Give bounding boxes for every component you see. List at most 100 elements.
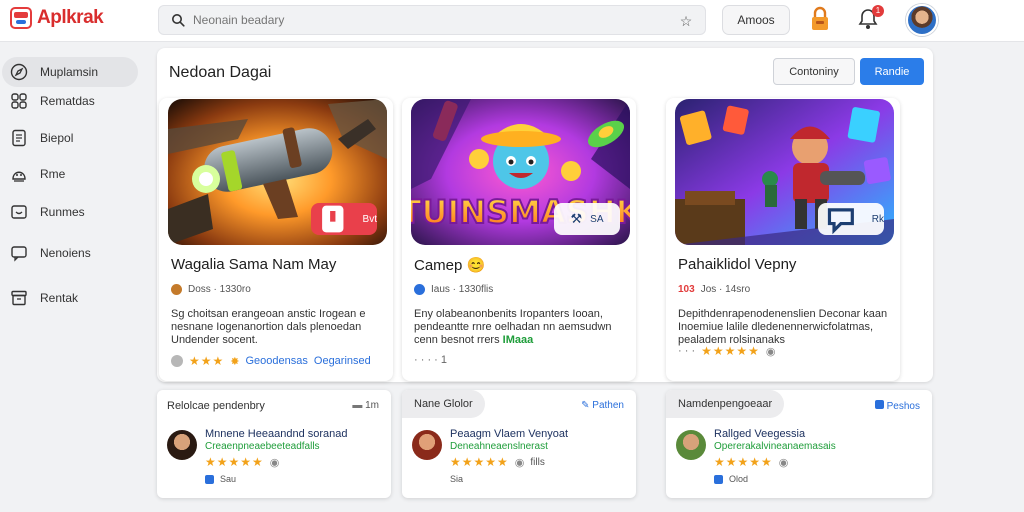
game-meta: Doss · 1330ro [171,284,251,295]
sidebar-item-label: Runmes [40,205,85,219]
tool-pill-button[interactable]: ⚒ SA [554,203,620,235]
puzzle-icon [11,93,27,109]
pill-label: Bvt [362,213,377,225]
game-card[interactable]: Bvt Wagalia Sama Nam May Doss · 1330ro S… [159,98,393,381]
review-heading: Relolcae pendenbry [167,400,265,412]
sidebar: Muplamsin Rematdas Biepol Rme Runmes Nen… [0,42,148,512]
review-rating: ★★★★★ ◉ fills [450,455,545,469]
meta-text: Doss · 1330ro [188,284,251,295]
review-action[interactable]: ▬ 1m [352,400,379,411]
sidebar-item-label: Nenoiens [40,246,91,260]
save-pill-button[interactable]: Bvt [311,203,377,235]
card-footer: · · · · 1 [414,354,447,366]
sidebar-item-muplamsin[interactable]: Muplamsin [2,57,138,87]
star-outline-icon[interactable]: ☆ [679,14,693,28]
rating-stars: ★★★★★ [450,455,509,469]
review-action-label: Peshos [886,401,920,412]
review-rating: ★★★★★ ◉ [714,455,788,469]
card-link-1[interactable]: Geoodensas [246,355,308,367]
top-action-button[interactable]: Amoos [722,5,790,35]
review-action[interactable]: Peshos [874,400,920,412]
review-footer: Olod [714,474,748,484]
review-action-label: Pathen [592,400,624,411]
reviewer-name[interactable]: Rallged Veegessia [714,428,805,440]
pill-label: SA [590,213,604,225]
tool-icon: ⚒ [570,211,583,226]
game-title[interactable]: Camep 😊 [414,256,485,274]
rating-stars: ★★★ [189,354,225,368]
user-avatar[interactable] [906,4,938,36]
bookmark-icon [322,205,344,233]
pill-label: Rk [871,213,884,225]
reviewer-name[interactable]: Mnnene Heeaandnd soranad [205,428,348,440]
sidebar-item-label: Rme [40,167,66,181]
face-icon [12,171,26,182]
game-title[interactable]: Wagalia Sama Nam May [171,256,336,273]
rating-stars: ★★★★★ [701,344,760,358]
pencil-icon: ✎ [581,400,590,411]
review-card[interactable]: Relolcae pendenbry ▬ 1m Mnnene Heeaandnd… [157,390,391,498]
game-artwork[interactable]: TUINSMASHK ⚒ SA [411,99,630,245]
badge-icon: ◉ [765,345,776,358]
meta-accent: 103 [678,284,695,295]
reviewer-avatar[interactable] [676,430,706,460]
featured-panel: Nedoan Dagai Contoniny Randie Bvt Wagali… [157,48,933,382]
document-icon [12,129,26,147]
sidebar-item-rentak[interactable]: Rentak [2,283,138,313]
tag-icon [874,400,884,409]
review-heading[interactable]: Namdenpengoeaar [666,390,785,418]
sidebar-item-runmes[interactable]: Runmes [2,197,138,227]
medal-icon: ✸ [230,355,240,368]
review-card[interactable]: Nane Glolor ✎ Pathen Peaagm Vlaem Venyoa… [402,390,636,498]
reviewer-avatar[interactable] [167,430,197,460]
badge-icon: ◉ [269,456,280,469]
game-description: Eny olabeanonbenits Iropanters Iooan, pe… [414,308,626,347]
review-footer-text: Sau [220,474,237,484]
sidebar-item-label: Rematdas [40,94,95,108]
chat-pill-button[interactable]: Rk [818,203,884,235]
review-action[interactable]: ✎ Pathen [581,400,624,411]
game-artwork[interactable]: Rk [675,99,894,245]
badge-icon: ◉ [778,456,789,469]
game-card[interactable]: TUINSMASHK ⚒ SA Camep 😊 Iaus · 1330flis … [402,98,636,381]
archive-icon [11,290,27,306]
publisher-icon [171,284,182,295]
game-meta: 103 Jos · 14sro [678,284,750,295]
game-card[interactable]: Rk Pahaiklidol Vepny 103 Jos · 14sro Dep… [666,98,900,381]
reviewer-name[interactable]: Peaagm Vlaem Venyoat [450,428,568,440]
card-footer: ★★★ ✸ Geoodensas Oegarinsed [171,354,371,368]
review-footer-text: Sia [450,474,464,484]
reviewer-avatar[interactable] [412,430,442,460]
chat-icon [11,246,27,262]
primary-button[interactable]: Randie [860,58,924,85]
sidebar-item-label: Muplamsin [40,65,99,79]
search-bar[interactable]: ☆ [158,5,706,35]
game-artwork[interactable]: Bvt [168,99,387,245]
sidebar-item-label: Rentak [40,291,79,305]
sidebar-item-biepol[interactable]: Biepol [2,123,138,153]
meta-text: Jos · 14sro [700,284,751,295]
rating-stars: ★★★★★ [714,455,773,469]
sidebar-item-rematdas[interactable]: Rematdas [2,86,138,116]
badge-icon: ◉ [514,456,525,469]
meta-text: Iaus · 1330flis [431,284,494,295]
search-input[interactable] [193,11,653,29]
compass-icon [10,63,28,81]
review-footer-text: Olod [729,474,749,484]
reviewer-subtitle: Deneahneaenslnerast [450,441,548,452]
sidebar-item-label: Biepol [40,131,74,145]
review-heading[interactable]: Nane Glolor [402,390,485,418]
search-icon [172,14,185,27]
review-card[interactable]: Namdenpengoeaar Peshos Rallged Veegessia… [666,390,932,498]
sidebar-item-rme[interactable]: Rme [2,159,138,189]
sidebar-item-nenoiens[interactable]: Nenoiens [2,238,138,268]
tag-icon [205,474,214,484]
game-title[interactable]: Pahaiklidol Vepny [678,256,796,273]
lock-icon[interactable] [810,6,830,32]
footer-text: · · · [678,345,696,357]
notifications-button[interactable]: 1 [858,5,884,31]
app-logo[interactable]: Aplkrak [10,7,104,29]
publisher-icon [414,284,425,295]
card-link-2[interactable]: Oegarinsed [314,355,371,367]
category-button[interactable]: Contoniny [773,58,855,85]
